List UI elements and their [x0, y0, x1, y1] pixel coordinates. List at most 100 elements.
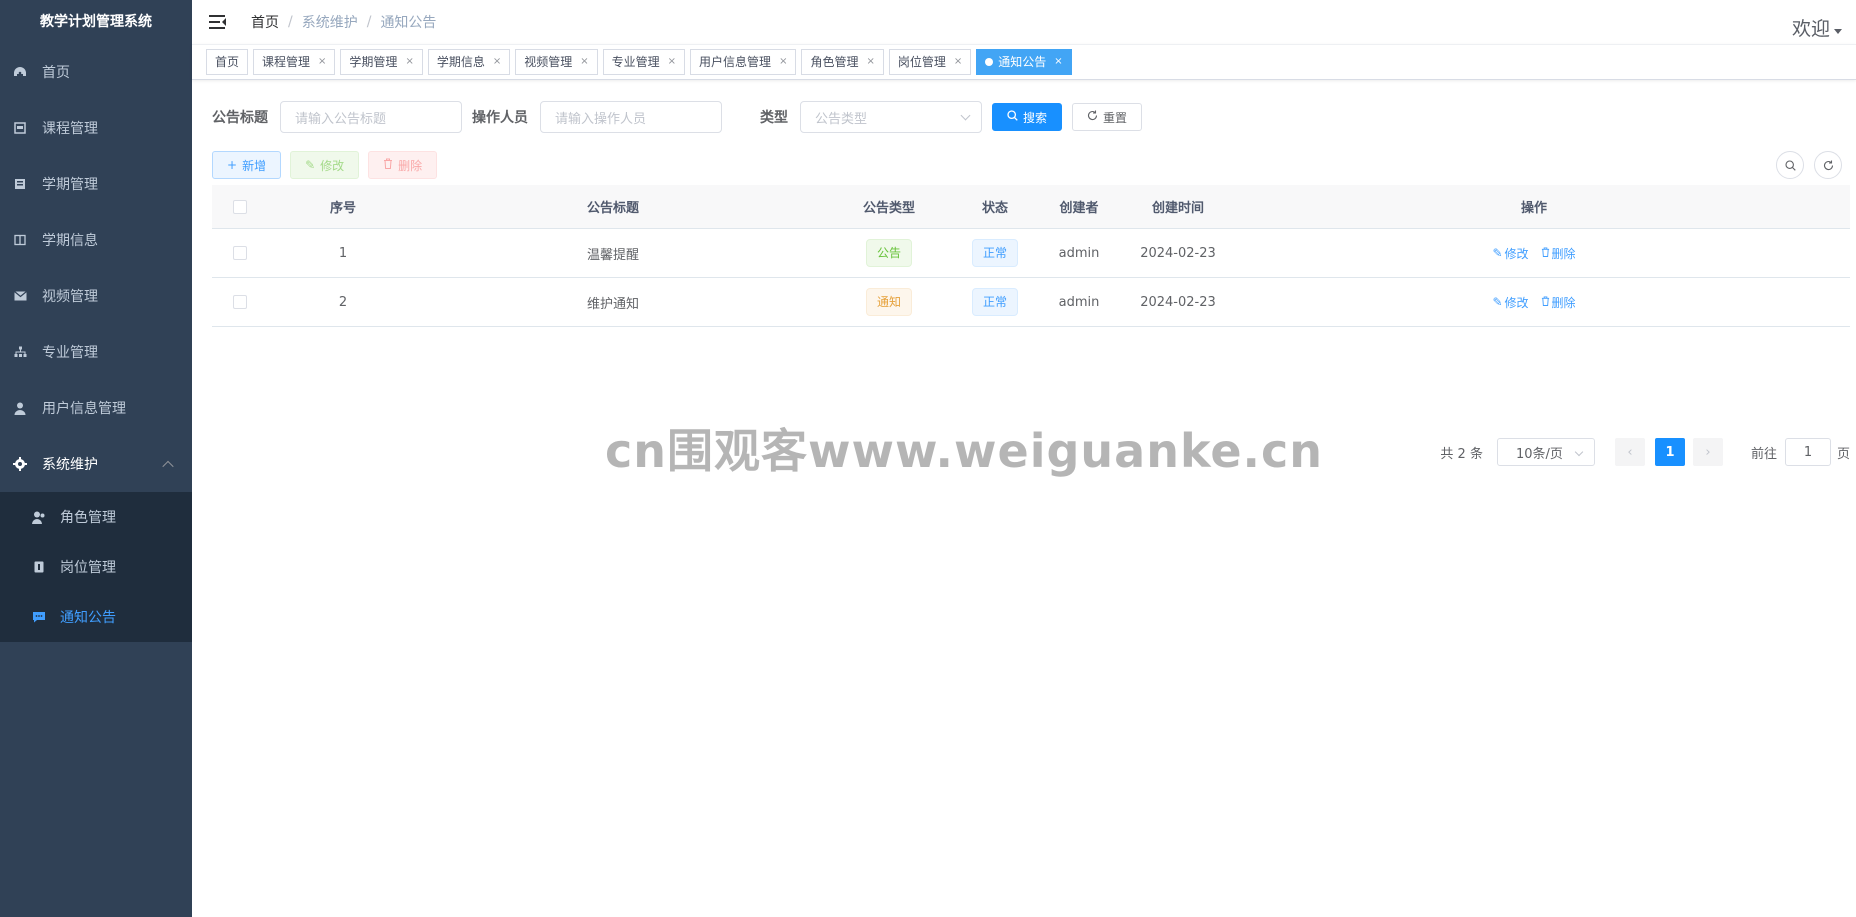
- semester-info-icon: [12, 232, 28, 248]
- tab-notice[interactable]: 通知公告 ×: [976, 49, 1072, 75]
- column-header: 公告标题: [586, 201, 639, 216]
- semester-icon: [12, 176, 28, 192]
- toggle-search-button[interactable]: [1776, 151, 1804, 179]
- sidebar-item-system[interactable]: 系统维护: [0, 436, 192, 492]
- breadcrumb-home[interactable]: 首页: [251, 12, 279, 32]
- row-edit-link[interactable]: ✎ 修改: [1492, 294, 1528, 311]
- search-button[interactable]: 搜索: [992, 103, 1063, 131]
- row-checkbox[interactable]: [233, 295, 247, 309]
- close-icon[interactable]: ×: [954, 50, 962, 74]
- close-icon[interactable]: ×: [779, 50, 787, 74]
- reset-button[interactable]: 重置: [1072, 103, 1143, 131]
- sidebar-item-semester-info[interactable]: 学期信息: [0, 212, 192, 268]
- sidebar-item-video[interactable]: 视频管理: [0, 268, 192, 324]
- refresh-icon: [1087, 110, 1098, 124]
- trash-icon: [1541, 295, 1550, 309]
- refresh-button[interactable]: [1814, 151, 1842, 179]
- caret-down-icon[interactable]: [1834, 29, 1842, 34]
- sidebar-item-course[interactable]: 课程管理: [0, 100, 192, 156]
- type-label: 类型: [760, 110, 788, 126]
- sidebar-item-label: 课程管理: [42, 121, 98, 137]
- row-checkbox[interactable]: [233, 246, 247, 260]
- sidebar-item-post[interactable]: 岗位管理: [0, 542, 192, 592]
- pagination-total: 共 2 条: [1440, 446, 1483, 462]
- sidebar-item-major[interactable]: 专业管理: [0, 324, 192, 380]
- operator-label: 操作人员: [472, 110, 528, 126]
- pagination: 共 2 条 10条/页 ‹ 1 › 前往 1 页: [1440, 438, 1850, 466]
- close-icon[interactable]: ×: [580, 50, 588, 74]
- navbar: 首页 / 系统维护 / 通知公告 欢迎: [192, 0, 1856, 44]
- row-delete-link[interactable]: 删除: [1541, 245, 1576, 262]
- type-badge: 公告: [865, 239, 912, 267]
- edit-icon: ✎: [1492, 246, 1503, 260]
- row-time: 2024-02-23: [1140, 245, 1216, 261]
- sidebar-item-user-info[interactable]: 用户信息管理: [0, 380, 192, 436]
- row-time: 2024-02-23: [1140, 294, 1216, 310]
- chevron-down-icon: [1574, 447, 1584, 457]
- sidebar-item-label: 学期管理: [42, 177, 98, 193]
- tab-role[interactable]: 角色管理 ×: [801, 49, 884, 75]
- notice-table: 序号 公告标题 公告类型 状态 创建者 创建时间 操作 1 温馨提醒 公告 正常…: [212, 185, 1850, 327]
- sidebar-item-semester[interactable]: 学期管理: [0, 156, 192, 212]
- tab-semester-info[interactable]: 学期信息 ×: [427, 49, 511, 75]
- sidebar-item-label: 首页: [42, 65, 70, 81]
- hamburger-icon[interactable]: [209, 14, 227, 30]
- sidebar-item-notice[interactable]: 通知公告: [0, 592, 192, 642]
- breadcrumb-current: 通知公告: [380, 15, 437, 31]
- user-icon: [12, 400, 28, 416]
- close-icon[interactable]: ×: [405, 50, 413, 74]
- close-icon[interactable]: ×: [866, 50, 874, 74]
- page-number[interactable]: 1: [1654, 438, 1685, 466]
- delete-button[interactable]: 删除: [368, 151, 438, 179]
- sidebar-item-home[interactable]: 首页: [0, 44, 192, 100]
- operator-search-input[interactable]: 请输入操作人员: [540, 101, 722, 133]
- post-icon: [32, 560, 46, 574]
- trash-icon: [383, 158, 393, 172]
- column-header: 操作: [1520, 201, 1547, 216]
- status-badge: 正常: [971, 288, 1018, 316]
- close-icon[interactable]: ×: [318, 50, 326, 74]
- goto-page-input[interactable]: 1: [1784, 438, 1831, 466]
- tags-view: 首页 课程管理 × 学期管理 × 学期信息 × 视频管理 × 专业管理 × 用户信息管理 ×…: [192, 44, 1856, 80]
- tab-major[interactable]: 专业管理 ×: [602, 49, 686, 75]
- toolbar: + 新增 ✎ 修改 删除: [212, 151, 1842, 179]
- breadcrumb: 首页 / 系统维护 / 通知公告: [251, 12, 437, 32]
- select-all-checkbox[interactable]: [233, 199, 247, 214]
- row-edit-link[interactable]: ✎ 修改: [1492, 245, 1528, 262]
- close-icon[interactable]: ×: [1054, 50, 1062, 74]
- column-header: 序号: [329, 201, 356, 216]
- plus-icon: +: [227, 158, 238, 172]
- gear-icon: [12, 456, 28, 472]
- tab-user-info[interactable]: 用户信息管理 ×: [690, 49, 797, 75]
- tree-icon: [12, 344, 28, 360]
- edit-icon: ✎: [1492, 295, 1503, 309]
- app-title: 教学计划管理系统: [40, 14, 152, 30]
- add-button[interactable]: + 新增: [212, 151, 282, 179]
- prev-page-button[interactable]: ‹: [1614, 438, 1645, 466]
- tab-video[interactable]: 视频管理 ×: [515, 49, 598, 75]
- page-size-select[interactable]: 10条/页: [1496, 438, 1595, 466]
- user-menu[interactable]: 欢迎: [1792, 14, 1830, 41]
- type-select[interactable]: 公告类型: [800, 101, 982, 133]
- sidebar-item-label: 视频管理: [42, 289, 98, 305]
- close-icon[interactable]: ×: [493, 50, 501, 74]
- table-row: 2 维护通知 通知 正常 admin 2024-02-23 ✎ 修改 删除: [212, 278, 1850, 327]
- search-icon: [1007, 110, 1018, 124]
- sidebar-item-label: 通知公告: [60, 610, 116, 626]
- main-area: 首页 / 系统维护 / 通知公告 欢迎 首页 课程管理 × 学期管理 × 学期信息 ×…: [192, 0, 1856, 917]
- tab-semester[interactable]: 学期管理 ×: [340, 49, 423, 75]
- active-dot-icon: [985, 58, 994, 66]
- row-delete-link[interactable]: 删除: [1541, 294, 1576, 311]
- tab-post[interactable]: 岗位管理 ×: [888, 49, 972, 75]
- table-row: 1 温馨提醒 公告 正常 admin 2024-02-23 ✎ 修改 删除: [212, 229, 1850, 278]
- title-search-input[interactable]: 请输入公告标题: [280, 101, 462, 133]
- search-form: 公告标题 请输入公告标题 操作人员 请输入操作人员 类型 公告类型 搜索 重置: [212, 101, 1836, 133]
- message-icon: [32, 610, 46, 624]
- table-header: 序号 公告标题 公告类型 状态 创建者 创建时间 操作: [212, 185, 1850, 229]
- next-page-button[interactable]: ›: [1692, 438, 1723, 466]
- sidebar-item-role[interactable]: 角色管理: [0, 492, 192, 542]
- tab-course[interactable]: 课程管理 ×: [253, 49, 336, 75]
- edit-button[interactable]: ✎ 修改: [290, 151, 360, 179]
- close-icon[interactable]: ×: [668, 50, 676, 74]
- tab-home[interactable]: 首页: [206, 49, 249, 75]
